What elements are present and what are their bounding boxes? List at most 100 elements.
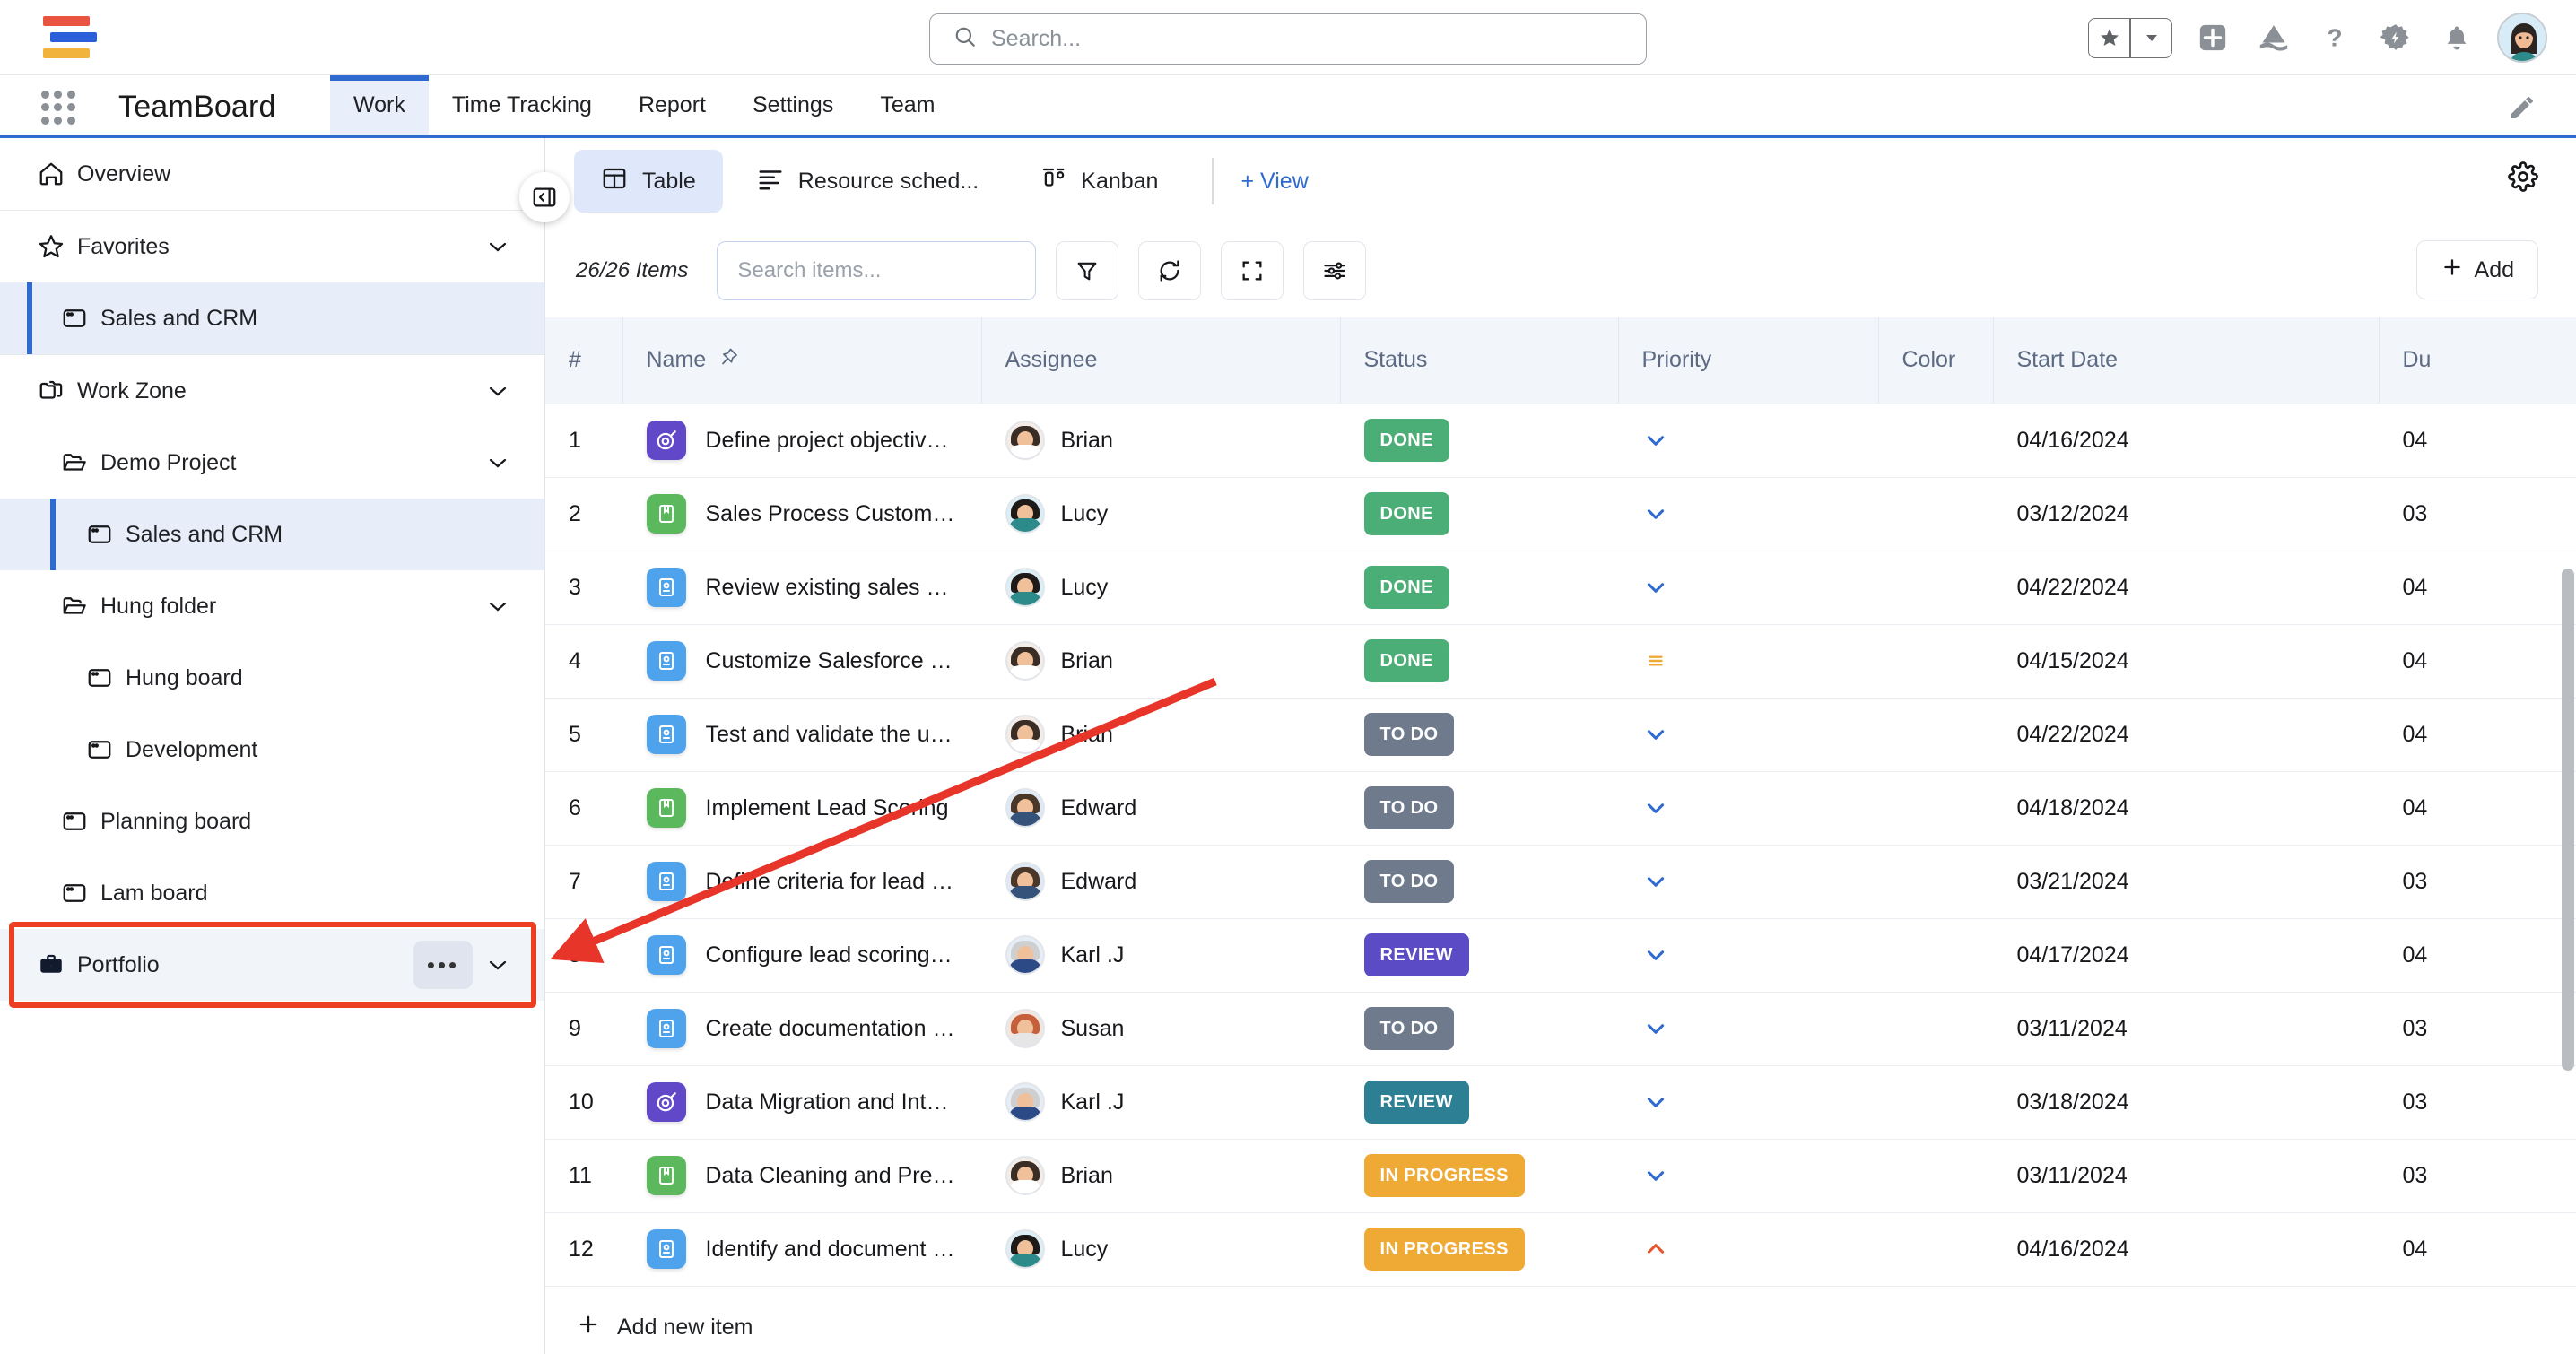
row-priority-cell[interactable] xyxy=(1618,477,1878,551)
table-row[interactable]: 12Identify and document sources of ...Lu… xyxy=(545,1212,2576,1286)
chevron-down-icon[interactable] xyxy=(482,384,514,398)
row-status-cell[interactable]: TO DO xyxy=(1340,845,1618,918)
row-name-cell[interactable]: Configure lead scoring rules in Sal... xyxy=(622,918,981,992)
row-status-cell[interactable]: TO DO xyxy=(1340,771,1618,845)
row-name-cell[interactable]: Customize Salesforce opportunity ... xyxy=(622,624,981,698)
column-header-assignee[interactable]: Assignee xyxy=(981,317,1340,404)
row-start-date[interactable]: 04/22/2024 xyxy=(1993,551,2379,624)
chevron-down-icon[interactable] xyxy=(482,456,514,470)
star-icon[interactable] xyxy=(2089,19,2129,57)
row-name-cell[interactable]: Review existing sales pipeline stag... xyxy=(622,551,981,624)
row-due-date[interactable]: 04 xyxy=(2379,771,2576,845)
user-avatar[interactable] xyxy=(2497,13,2547,63)
sidebar-item-planning-board[interactable]: Planning board xyxy=(0,785,544,857)
table-row[interactable]: 1Define project objectives and scope.Bri… xyxy=(545,404,2576,477)
row-due-date[interactable]: 04 xyxy=(2379,624,2576,698)
sidebar-item-demo-project[interactable]: Demo Project xyxy=(0,427,544,499)
sidebar-item-work-zone[interactable]: Work Zone xyxy=(0,355,544,427)
pencil-icon[interactable] xyxy=(2508,93,2537,126)
row-start-date[interactable]: 04/22/2024 xyxy=(1993,698,2379,771)
row-name-cell[interactable]: Sales Process Customization xyxy=(622,477,981,551)
row-priority-cell[interactable] xyxy=(1618,918,1878,992)
nav-item-report[interactable]: Report xyxy=(615,75,729,135)
row-priority-cell[interactable] xyxy=(1618,624,1878,698)
row-assignee-cell[interactable]: Edward xyxy=(981,845,1340,918)
row-status-cell[interactable]: REVIEW xyxy=(1340,918,1618,992)
table-row[interactable]: 8Configure lead scoring rules in Sal...K… xyxy=(545,918,2576,992)
row-start-date[interactable]: 03/12/2024 xyxy=(1993,477,2379,551)
add-new-item-button[interactable]: Add new item xyxy=(545,1287,2576,1354)
chevron-down-icon[interactable] xyxy=(482,958,514,972)
row-due-date[interactable]: 04 xyxy=(2379,404,2576,477)
row-color-cell[interactable] xyxy=(1878,624,1993,698)
nav-item-settings[interactable]: Settings xyxy=(729,75,857,135)
portfolio-more-button[interactable]: ••• xyxy=(413,941,473,989)
sidebar-item-overview[interactable]: Overview xyxy=(0,138,544,210)
row-start-date[interactable]: 04/16/2024 xyxy=(1993,1212,2379,1286)
row-priority-cell[interactable] xyxy=(1618,992,1878,1065)
row-due-date[interactable]: 03 xyxy=(2379,1139,2576,1212)
row-assignee-cell[interactable]: Lucy xyxy=(981,551,1340,624)
row-status-cell[interactable]: DONE xyxy=(1340,404,1618,477)
row-name-cell[interactable]: Implement Lead Scoring xyxy=(622,771,981,845)
table-row[interactable]: 9Create documentation on lead sco...Susa… xyxy=(545,992,2576,1065)
apps-mountain-icon[interactable] xyxy=(2253,17,2294,58)
row-status-cell[interactable]: DONE xyxy=(1340,477,1618,551)
row-name-cell[interactable]: Define project objectives and scope. xyxy=(622,404,981,477)
favorites-dropdown-group[interactable] xyxy=(2088,18,2172,58)
row-start-date[interactable]: 04/16/2024 xyxy=(1993,404,2379,477)
row-color-cell[interactable] xyxy=(1878,1139,1993,1212)
row-priority-cell[interactable] xyxy=(1618,698,1878,771)
plus-square-icon[interactable] xyxy=(2192,17,2233,58)
row-assignee-cell[interactable]: Susan xyxy=(981,992,1340,1065)
column-header-start-date[interactable]: Start Date xyxy=(1993,317,2379,404)
row-name-cell[interactable]: Data Migration and Integrity xyxy=(622,1065,981,1139)
row-assignee-cell[interactable]: Lucy xyxy=(981,477,1340,551)
nav-item-team[interactable]: Team xyxy=(857,75,958,135)
row-color-cell[interactable] xyxy=(1878,698,1993,771)
row-name-cell[interactable]: Data Cleaning and Preparation xyxy=(622,1139,981,1212)
row-priority-cell[interactable] xyxy=(1618,1065,1878,1139)
column-header-color[interactable]: Color xyxy=(1878,317,1993,404)
row-name-cell[interactable]: Identify and document sources of ... xyxy=(622,1212,981,1286)
row-assignee-cell[interactable]: Edward xyxy=(981,771,1340,845)
row-color-cell[interactable] xyxy=(1878,771,1993,845)
row-priority-cell[interactable] xyxy=(1618,1139,1878,1212)
row-assignee-cell[interactable]: Brian xyxy=(981,404,1340,477)
row-due-date[interactable]: 03 xyxy=(2379,1065,2576,1139)
row-assignee-cell[interactable]: Karl .J xyxy=(981,1065,1340,1139)
global-search-input[interactable]: Search... xyxy=(929,13,1647,65)
chevron-down-icon[interactable] xyxy=(482,239,514,254)
row-status-cell[interactable]: DONE xyxy=(1340,624,1618,698)
column-header-num[interactable]: # xyxy=(545,317,622,404)
row-assignee-cell[interactable]: Brian xyxy=(981,698,1340,771)
row-color-cell[interactable] xyxy=(1878,992,1993,1065)
row-name-cell[interactable]: Create documentation on lead sco... xyxy=(622,992,981,1065)
chevron-down-icon[interactable] xyxy=(482,599,514,613)
gear-bolt-icon[interactable] xyxy=(2375,17,2416,58)
tab-table[interactable]: Table xyxy=(574,150,723,213)
fullscreen-icon[interactable] xyxy=(1221,241,1284,300)
table-row[interactable]: 11Data Cleaning and PreparationBrianIN P… xyxy=(545,1139,2576,1212)
row-start-date[interactable]: 03/11/2024 xyxy=(1993,1139,2379,1212)
row-priority-cell[interactable] xyxy=(1618,845,1878,918)
nav-item-work[interactable]: Work xyxy=(330,75,429,135)
nav-item-time-tracking[interactable]: Time Tracking xyxy=(429,75,615,135)
app-logo[interactable] xyxy=(43,13,95,63)
tab-resource-schedule[interactable]: Resource sched... xyxy=(730,150,1006,213)
row-start-date[interactable]: 04/17/2024 xyxy=(1993,918,2379,992)
row-priority-cell[interactable] xyxy=(1618,771,1878,845)
row-name-cell[interactable]: Define criteria for lead scoring wit... xyxy=(622,845,981,918)
table-row[interactable]: 6Implement Lead ScoringEdwardTO DO04/18/… xyxy=(545,771,2576,845)
table-row[interactable]: 3Review existing sales pipeline stag...L… xyxy=(545,551,2576,624)
row-due-date[interactable]: 04 xyxy=(2379,698,2576,771)
sidebar-item-hung-folder[interactable]: Hung folder xyxy=(0,570,544,642)
column-header-priority[interactable]: Priority xyxy=(1618,317,1878,404)
row-assignee-cell[interactable]: Karl .J xyxy=(981,918,1340,992)
row-due-date[interactable]: 03 xyxy=(2379,845,2576,918)
refresh-icon[interactable] xyxy=(1138,241,1201,300)
row-due-date[interactable]: 03 xyxy=(2379,992,2576,1065)
row-color-cell[interactable] xyxy=(1878,551,1993,624)
row-color-cell[interactable] xyxy=(1878,845,1993,918)
sidebar-item-lam-board[interactable]: Lam board xyxy=(0,857,544,929)
